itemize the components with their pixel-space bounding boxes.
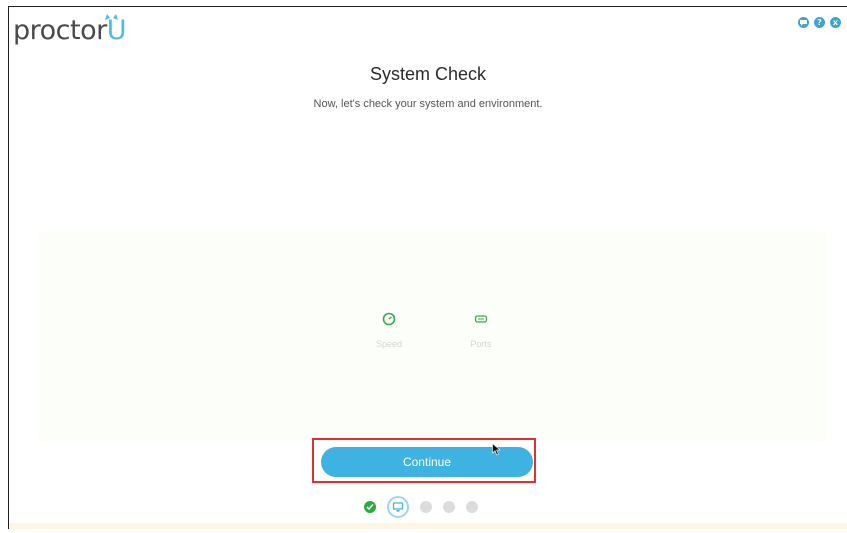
page-subtitle: Now, let's check your system and environ… xyxy=(313,98,543,110)
step-1-done xyxy=(364,501,376,513)
speedometer-icon xyxy=(382,312,396,326)
check-label-speed: Speed xyxy=(375,339,403,349)
page-title: System Check xyxy=(357,64,499,85)
mouse-cursor-icon xyxy=(492,443,501,456)
step-3-pending xyxy=(420,501,432,513)
step-2-current xyxy=(387,496,409,518)
checkmark-icon xyxy=(366,504,374,511)
step-4-pending xyxy=(443,501,455,513)
logo-text: proctor xyxy=(13,15,107,46)
header-actions: ? x xyxy=(798,17,841,28)
close-icon[interactable]: x xyxy=(830,17,841,28)
check-label-ports: Ports xyxy=(470,339,492,349)
step-5-pending xyxy=(466,501,478,513)
continue-button[interactable]: Continue xyxy=(321,447,533,477)
chat-icon[interactable] xyxy=(798,17,809,28)
ports-icon xyxy=(474,315,488,323)
bottom-strip xyxy=(9,523,847,529)
check-item-speed: Speed xyxy=(359,312,419,349)
help-icon[interactable]: ? xyxy=(814,17,825,28)
content-background xyxy=(39,232,827,442)
monitor-icon xyxy=(392,502,404,512)
check-item-ports: Ports xyxy=(451,312,511,349)
progress-steps xyxy=(364,496,478,518)
title-area: System Check xyxy=(9,64,847,85)
logo-owl-ears-icon xyxy=(105,14,118,20)
